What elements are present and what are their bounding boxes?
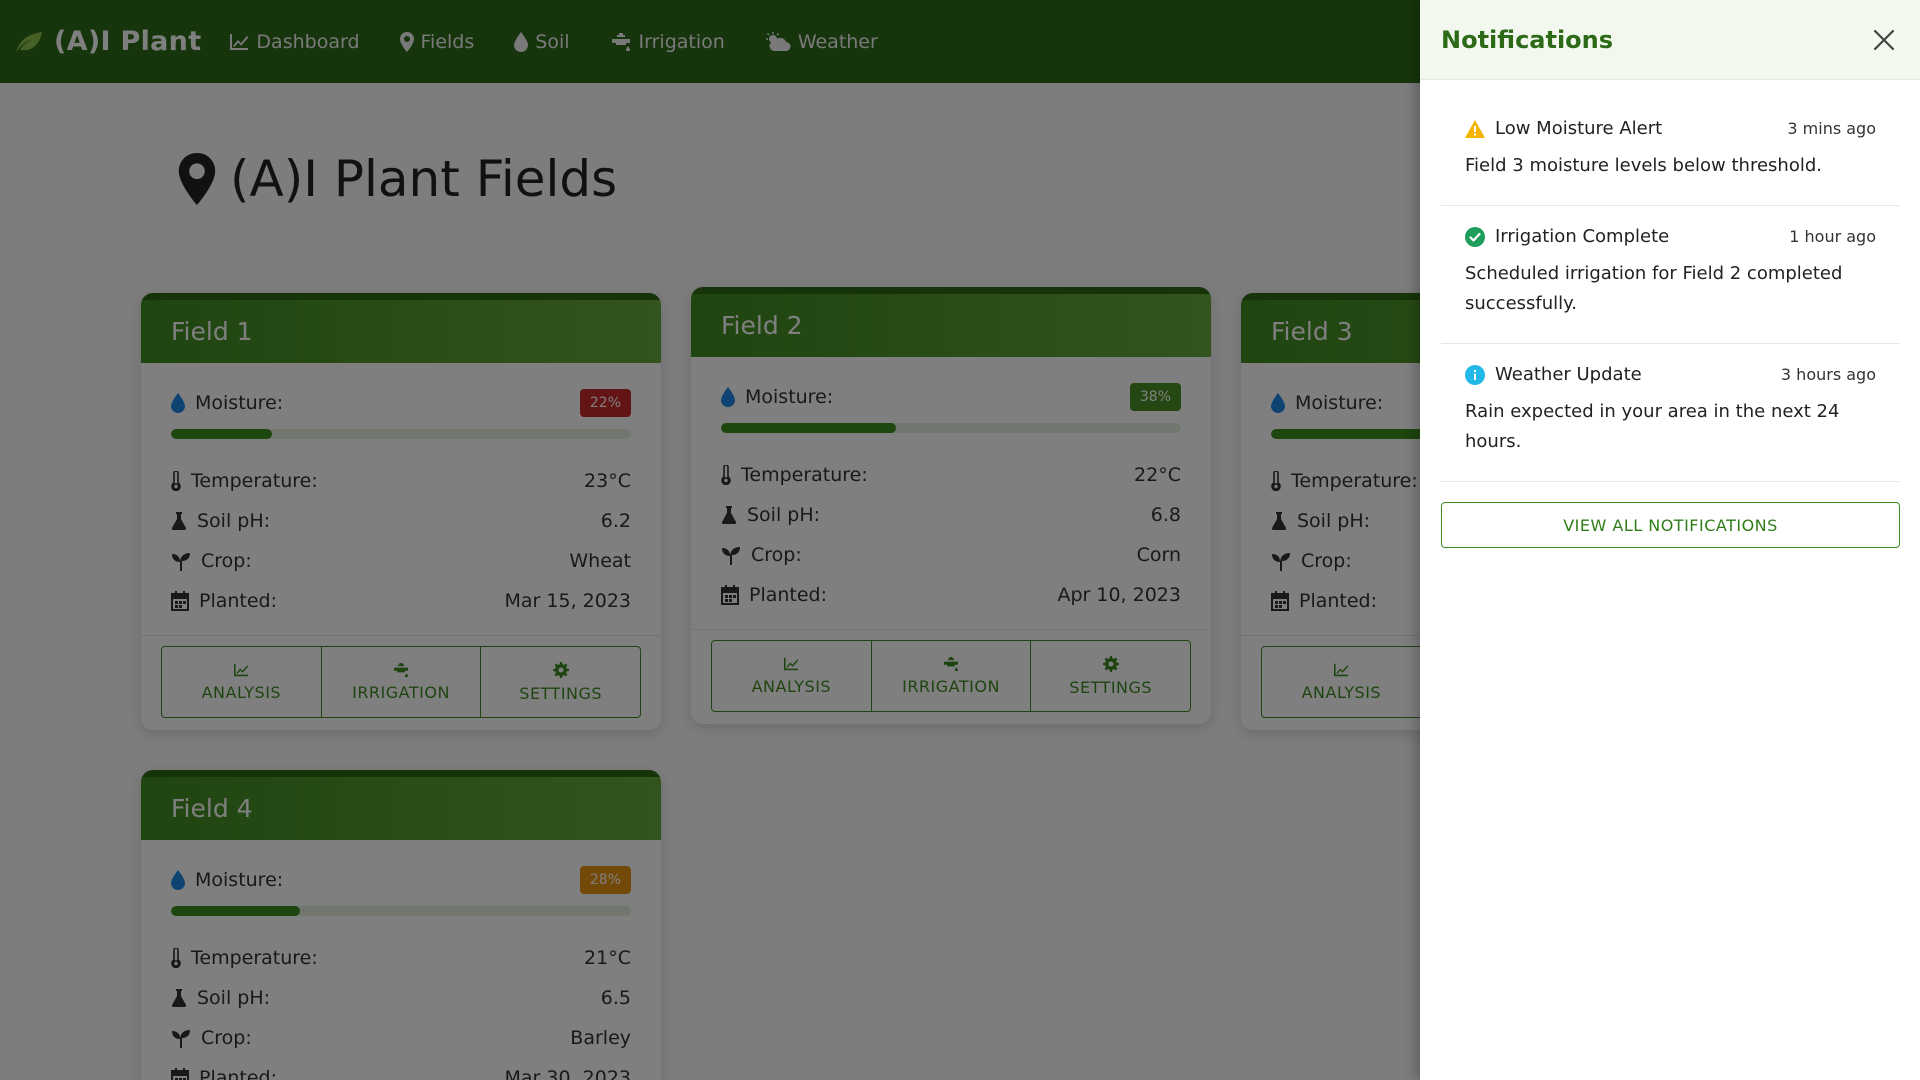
check-circle-icon [1465,226,1485,247]
notification-title: Low Moisture Alert [1495,118,1663,139]
notification-item[interactable]: Irrigation Complete 1 hour ago Scheduled… [1441,206,1900,344]
notification-item[interactable]: Low Moisture Alert 3 mins ago Field 3 mo… [1441,98,1900,206]
notification-message: Field 3 moisture levels below threshold. [1465,155,1822,176]
notifications-drawer: Notifications Low Moisture Alert 3 mins … [1420,0,1920,1080]
drawer-header: Notifications [1420,0,1920,80]
warning-icon [1465,119,1485,138]
notification-item[interactable]: Weather Update 3 hours ago Rain expected… [1441,344,1900,482]
notification-message: Rain expected in your area in the next 2… [1465,401,1840,452]
notification-message: Scheduled irrigation for Field 2 complet… [1465,263,1843,314]
notification-time: 1 hour ago [1789,227,1876,246]
notification-time: 3 mins ago [1787,119,1876,138]
drawer-title: Notifications [1441,25,1614,54]
notification-time: 3 hours ago [1780,365,1876,384]
notification-title: Weather Update [1495,364,1642,385]
close-icon [1873,29,1895,50]
notification-title: Irrigation Complete [1495,226,1670,247]
notification-list: Low Moisture Alert 3 mins ago Field 3 mo… [1420,80,1920,482]
close-button[interactable] [1868,24,1900,56]
info-icon [1465,364,1485,385]
view-all-notifications-button[interactable]: VIEW ALL NOTIFICATIONS [1441,502,1900,548]
